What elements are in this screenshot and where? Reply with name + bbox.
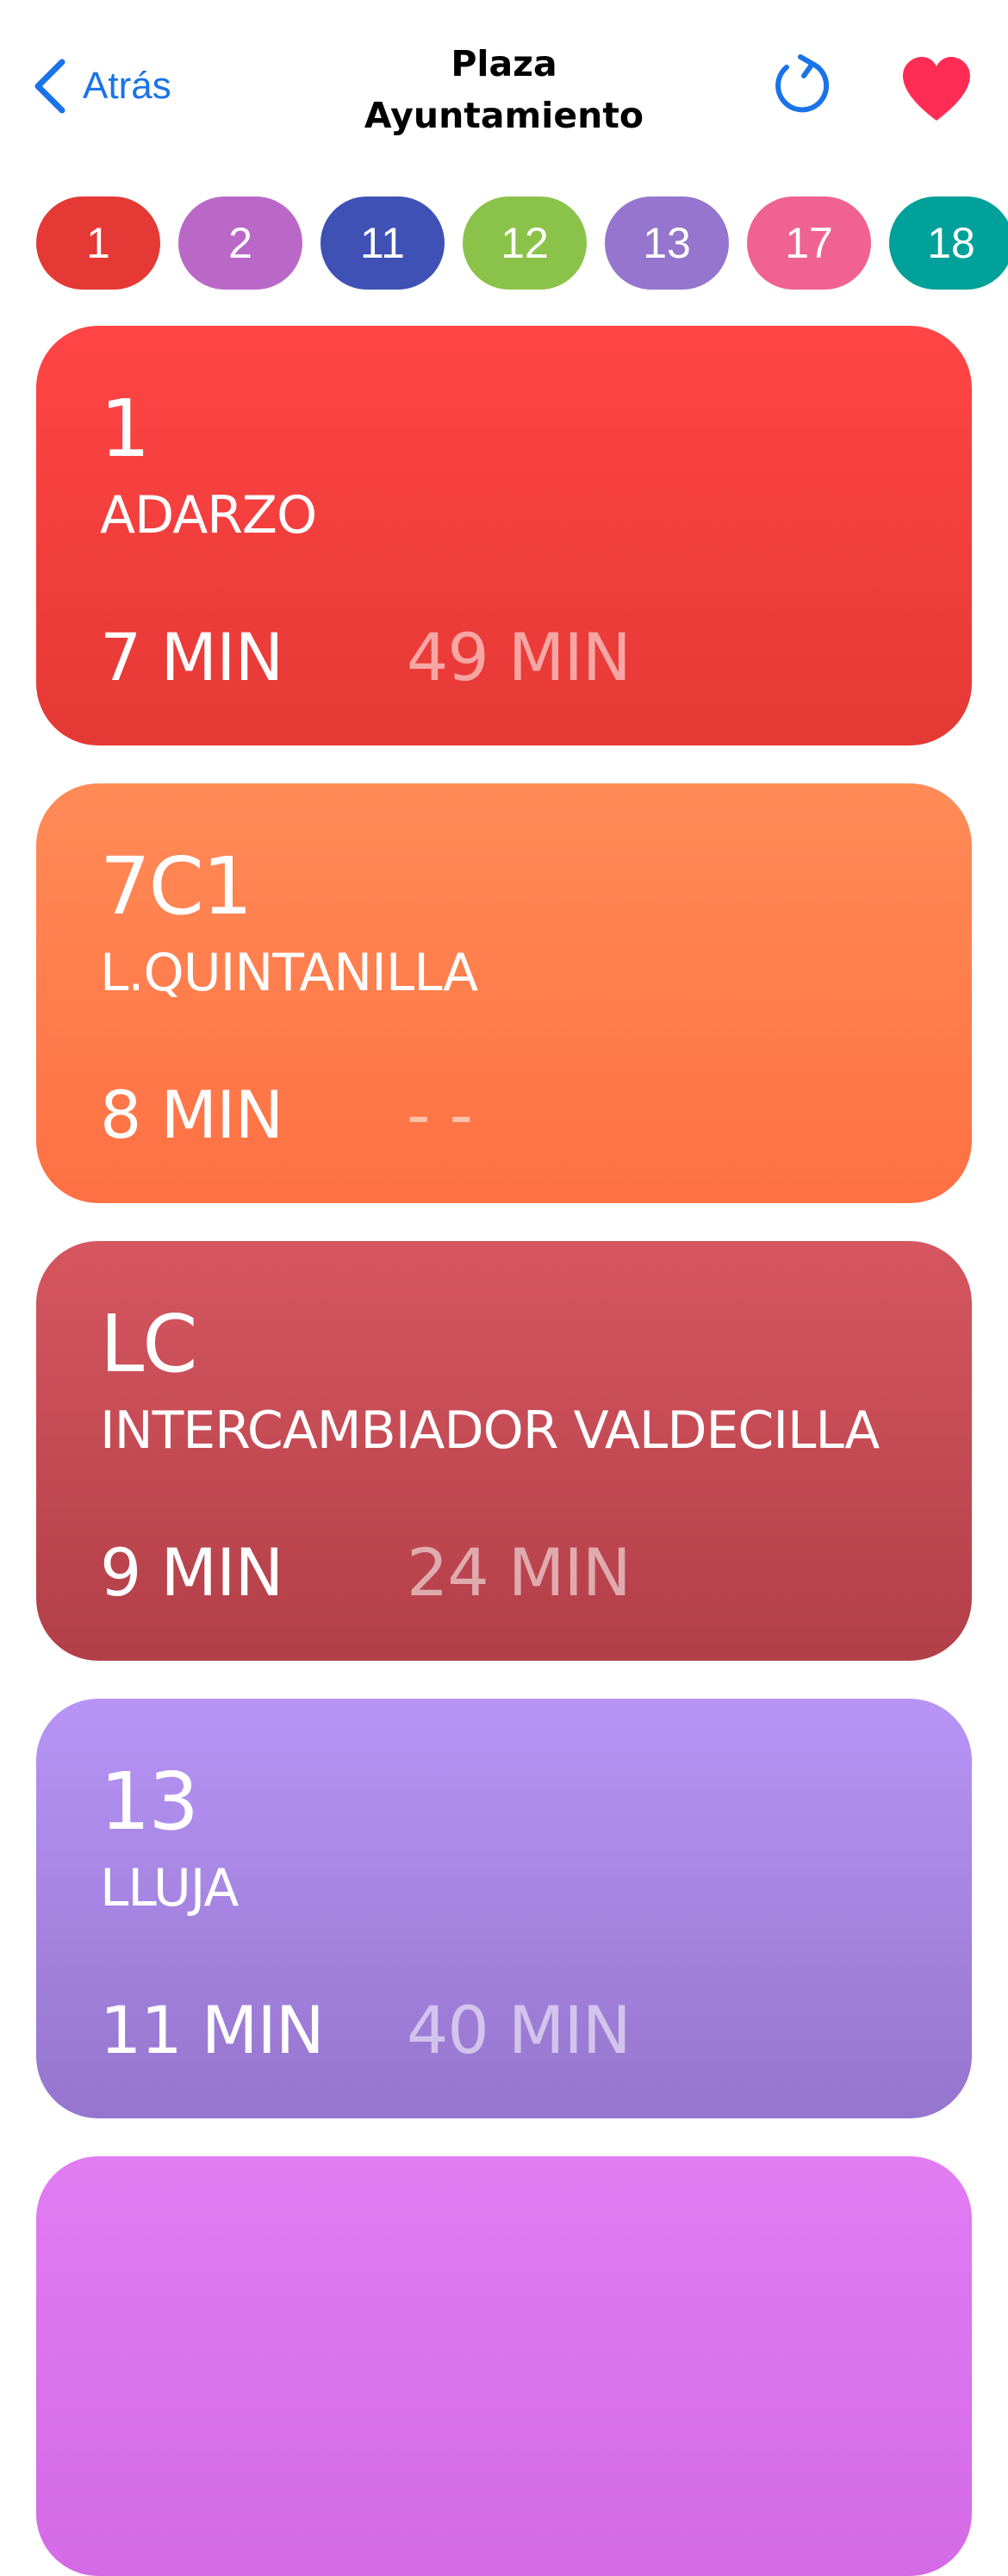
arrival-next-time: 7 MIN	[100, 619, 283, 695]
page-title-line2: Ayuntamiento	[364, 95, 644, 136]
arrival-card[interactable]: LC INTERCAMBIADOR VALDECILLA 9 MIN 24 MIN	[36, 1241, 972, 1661]
line-chip[interactable]: 11	[320, 196, 445, 290]
arrival-line-number: 1	[100, 383, 151, 475]
arrival-card[interactable]: 13 LLUJA 11 MIN 40 MIN	[36, 1699, 972, 2118]
arrival-following-time: 40 MIN	[407, 1992, 632, 2068]
chevron-left-icon	[33, 59, 67, 114]
arrival-following-time: - -	[407, 1076, 473, 1153]
line-chip[interactable]: 18	[889, 196, 1008, 290]
arrival-line-number: LC	[100, 1298, 197, 1390]
line-chip[interactable]: 2	[178, 196, 302, 290]
line-chip[interactable]: 13	[605, 196, 729, 290]
refresh-icon	[769, 54, 835, 122]
header: Atrás Plaza Ayuntamiento	[0, 0, 1008, 177]
heart-icon	[901, 57, 972, 126]
arrival-next-time: 11 MIN	[100, 1992, 325, 2068]
page-title-line1: Plaza	[451, 43, 557, 84]
refresh-button[interactable]	[769, 53, 835, 119]
arrival-line-number: 7C1	[100, 840, 252, 932]
arrival-destination: ADARZO	[100, 485, 317, 546]
arrival-following-time: 24 MIN	[407, 1534, 632, 1611]
arrival-card[interactable]: 7C1 L.QUINTANILLA 8 MIN - -	[36, 783, 972, 1203]
line-chip[interactable]: 1	[36, 196, 160, 290]
page-title: Plaza Ayuntamiento	[284, 38, 724, 141]
arrival-card[interactable]	[36, 2156, 972, 2576]
arrival-line-number: 13	[100, 1756, 199, 1848]
back-button[interactable]: Atrás	[33, 55, 171, 117]
favorite-button[interactable]	[901, 57, 972, 122]
arrival-destination: L.QUINTANILLA	[100, 943, 478, 1003]
arrival-card[interactable]: 1 ADARZO 7 MIN 49 MIN	[36, 326, 972, 745]
arrival-destination: LLUJA	[100, 1858, 239, 1918]
line-chip[interactable]: 17	[747, 196, 871, 290]
back-label: Atrás	[83, 65, 171, 107]
arrival-destination: INTERCAMBIADOR VALDECILLA	[100, 1400, 880, 1461]
line-chip[interactable]: 12	[463, 196, 587, 290]
arrival-next-time: 8 MIN	[100, 1076, 283, 1153]
arrival-next-time: 9 MIN	[100, 1534, 283, 1611]
arrival-following-time: 49 MIN	[407, 619, 632, 695]
line-filter-bar: 1 2 11 12 13 17 18	[0, 196, 1008, 290]
